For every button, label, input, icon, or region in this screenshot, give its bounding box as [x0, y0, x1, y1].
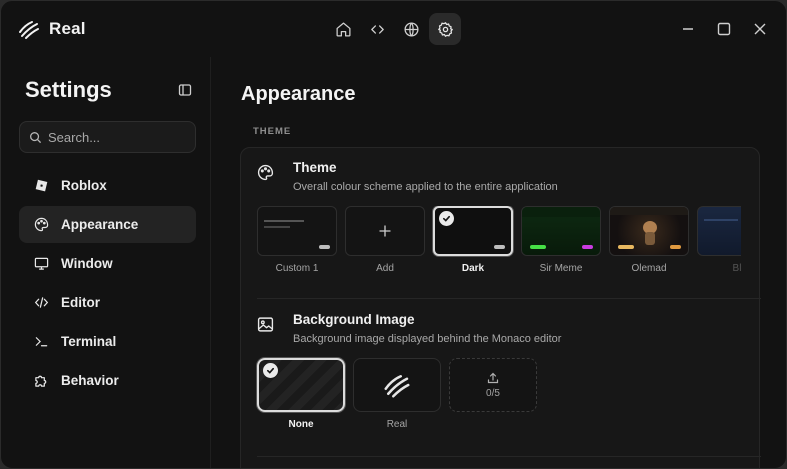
real-logo-icon	[19, 21, 39, 39]
minimize-icon	[683, 28, 693, 30]
background-title: Background Image	[293, 312, 415, 327]
background-preview	[353, 358, 441, 412]
puzzle-icon	[33, 373, 49, 389]
real-logo-icon	[384, 375, 410, 398]
theme-option-label: Olemad	[631, 263, 667, 274]
theme-option-custom-1[interactable]: Custom 1	[257, 206, 337, 274]
background-option-none[interactable]: None	[257, 358, 345, 430]
theme-preview	[609, 206, 689, 256]
globe-icon	[403, 21, 419, 37]
app-name: Real	[49, 19, 86, 38]
search-icon	[30, 131, 42, 143]
close-icon	[754, 23, 766, 35]
top-navigation	[327, 13, 461, 45]
window-controls	[672, 15, 776, 43]
theme-preview	[257, 206, 337, 256]
settings-nav: Roblox Appearance Window Editor Terminal…	[19, 167, 196, 401]
sidebar-item-label: Roblox	[61, 178, 107, 193]
background-description: Background image displayed behind the Mo…	[293, 333, 562, 345]
sidebar: Settings Roblox Appearance Window	[1, 57, 211, 468]
sidebar-item-editor[interactable]: Editor	[19, 284, 196, 321]
sidebar-item-label: Terminal	[61, 334, 117, 349]
main-content: Appearance THEME Theme Overall colour sc…	[212, 57, 786, 468]
sidebar-item-label: Appearance	[61, 217, 139, 232]
upload-background-button[interactable]: 0/5	[449, 358, 537, 412]
background-row-header: Background Image Background image displa…	[257, 312, 561, 345]
globe-nav-button[interactable]	[395, 13, 427, 45]
sidebar-header: Settings	[25, 77, 195, 103]
theme-option-olemad[interactable]: Olemad	[609, 206, 689, 274]
sidebar-item-roblox[interactable]: Roblox	[19, 167, 196, 204]
theme-row-header: Theme Overall colour scheme applied to t…	[257, 160, 558, 193]
sidebar-item-label: Editor	[61, 295, 100, 310]
theme-option-label: Sir Meme	[539, 263, 583, 274]
theme-options: Custom 1 Add Dark Sir Meme Olemad Bl	[257, 206, 741, 278]
home-icon	[335, 21, 351, 37]
image-icon	[257, 316, 275, 334]
maximize-icon	[717, 22, 731, 36]
background-option-label: None	[288, 419, 314, 430]
sidebar-item-window[interactable]: Window	[19, 245, 196, 282]
palette-icon	[33, 217, 49, 233]
add-theme-button[interactable]: Add	[345, 206, 425, 274]
theme-settings-card: Theme Overall colour scheme applied to t…	[240, 147, 761, 468]
upload-count: 0/5	[486, 387, 500, 399]
page-title: Appearance	[241, 83, 356, 105]
selected-check-icon	[439, 211, 454, 226]
theme-title: Theme	[293, 160, 337, 175]
theme-preview	[697, 206, 741, 256]
app-window: Real Settings Search... Roblox Appearanc…	[0, 0, 787, 469]
theme-option-bl[interactable]: Bl	[697, 206, 741, 274]
background-options: None Real 0/5	[257, 358, 557, 438]
plus-icon	[379, 225, 391, 237]
section-label: THEME	[253, 126, 292, 137]
sidebar-item-behavior[interactable]: Behavior	[19, 362, 196, 399]
settings-nav-button[interactable]	[429, 13, 461, 45]
divider	[257, 456, 761, 457]
selected-check-icon	[263, 363, 278, 378]
theme-description: Overall colour scheme applied to the ent…	[293, 181, 558, 193]
sidebar-item-terminal[interactable]: Terminal	[19, 323, 196, 360]
palette-icon	[257, 164, 275, 182]
theme-option-label: Bl	[732, 263, 741, 274]
search-box[interactable]	[19, 121, 196, 153]
sidebar-item-appearance[interactable]: Appearance	[19, 206, 196, 243]
code-nav-button[interactable]	[361, 13, 393, 45]
sidebar-item-label: Window	[61, 256, 113, 271]
background-option-real[interactable]: Real	[353, 358, 441, 430]
theme-option-sir-meme[interactable]: Sir Meme	[521, 206, 601, 274]
maximize-button[interactable]	[708, 15, 740, 43]
divider	[257, 298, 761, 299]
theme-option-dark[interactable]: Dark	[433, 206, 513, 274]
theme-preview	[433, 206, 513, 256]
theme-option-label: Custom 1	[275, 263, 319, 274]
search-input[interactable]	[48, 129, 188, 145]
upload-dropzone: 0/5	[449, 358, 537, 412]
code-icon	[33, 295, 49, 311]
theme-option-label: Add	[376, 263, 394, 274]
theme-preview	[345, 206, 425, 256]
close-button[interactable]	[744, 15, 776, 43]
collapse-sidebar-button[interactable]	[175, 80, 195, 100]
settings-icon	[437, 21, 453, 37]
background-preview	[257, 358, 345, 412]
theme-preview	[521, 206, 601, 256]
theme-option-label: Dark	[461, 263, 485, 274]
code-icon	[370, 24, 384, 34]
sidebar-toggle-icon	[178, 84, 192, 96]
terminal-icon	[33, 334, 49, 350]
upload-icon	[487, 372, 499, 383]
sidebar-title: Settings	[25, 77, 112, 102]
background-option-label: Real	[386, 419, 408, 430]
monitor-icon	[33, 256, 49, 272]
roblox-icon	[33, 178, 49, 194]
brand: Real	[17, 17, 86, 41]
sidebar-item-label: Behavior	[61, 373, 119, 388]
title-bar: Real	[1, 1, 786, 57]
home-nav-button[interactable]	[327, 13, 359, 45]
minimize-button[interactable]	[672, 15, 704, 43]
